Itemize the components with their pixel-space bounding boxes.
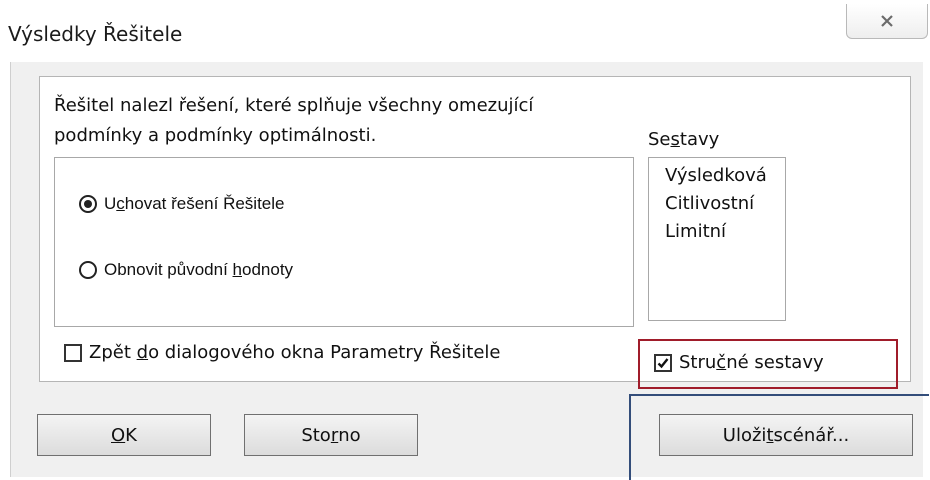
checkmark-icon bbox=[657, 357, 669, 368]
title-bar: Výsledky Řešitele bbox=[0, 0, 930, 62]
close-icon bbox=[881, 15, 893, 27]
result-panel: Řešitel nalezl řešení, které splňuje vše… bbox=[39, 76, 911, 389]
outline-reports-label: Stručné sestavy bbox=[679, 352, 824, 373]
reports-listbox[interactable]: Výsledková Citlivostní Limitní bbox=[648, 157, 786, 321]
close-button[interactable] bbox=[846, 4, 928, 39]
result-message-line1: Řešitel nalezl řešení, které splňuje vše… bbox=[54, 95, 534, 116]
keep-solution-radio[interactable]: Uchovat řešení Řešitele bbox=[79, 194, 284, 214]
window-title: Výsledky Řešitele bbox=[8, 22, 183, 46]
save-scenario-button[interactable]: Uloži t scénář... bbox=[659, 414, 913, 456]
ok-button[interactable]: OK bbox=[37, 414, 211, 456]
outline-reports-checkbox[interactable]: Stručné sestavy bbox=[654, 352, 824, 373]
list-item[interactable]: Limitní bbox=[665, 218, 785, 246]
list-item[interactable]: Citlivostní bbox=[665, 190, 785, 218]
return-to-parameters-checkbox[interactable]: Zpět do dialogového okna Parametry Řešit… bbox=[64, 342, 500, 363]
cancel-button[interactable]: Sto r no bbox=[244, 414, 418, 456]
result-message: Řešitel nalezl řešení, které splňuje vše… bbox=[54, 91, 654, 151]
solution-options-group: Uchovat řešení Řešitele Obnovit původní … bbox=[54, 157, 634, 327]
checkbox-checked-icon bbox=[654, 353, 672, 372]
restore-values-label: Obnovit původní hodnoty bbox=[104, 260, 294, 279]
keep-solution-label: Uchovat řešení Řešitele bbox=[104, 194, 285, 213]
return-to-parameters-label: Zpět do dialogového okna Parametry Řešit… bbox=[89, 342, 501, 363]
list-item[interactable]: Výsledková bbox=[665, 162, 785, 190]
checkbox-unchecked-icon bbox=[64, 343, 82, 362]
reports-label: Sestavy bbox=[648, 129, 720, 150]
radio-unselected-icon bbox=[79, 261, 97, 279]
radio-selected-icon bbox=[79, 195, 97, 213]
result-message-line2: podmínky a podmínky optimálnosti. bbox=[54, 125, 377, 146]
dialog-body: Řešitel nalezl řešení, které splňuje vše… bbox=[10, 62, 929, 480]
restore-values-radio[interactable]: Obnovit původní hodnoty bbox=[79, 260, 293, 280]
